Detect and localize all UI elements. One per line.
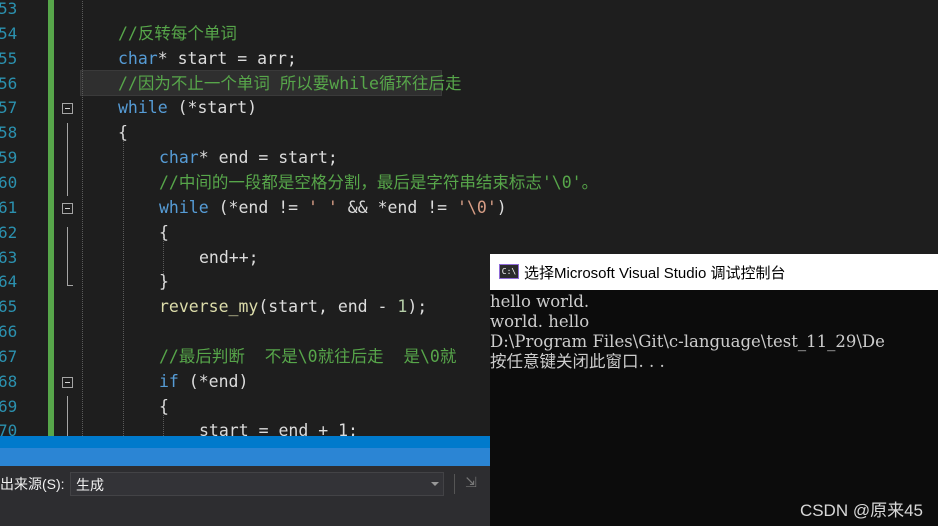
code-token: while [118, 98, 168, 118]
code-token: while [159, 197, 209, 217]
code-line[interactable]: { [159, 221, 169, 245]
fold-line [67, 122, 68, 196]
code-token: //反转每个单词 [118, 23, 237, 43]
fold-line [67, 227, 68, 286]
line-number: 69 [0, 396, 18, 416]
code-line[interactable]: //反转每个单词 [118, 22, 237, 46]
code-line[interactable]: } [159, 270, 169, 294]
word-wrap-icon[interactable]: ⇲ [462, 474, 480, 492]
toolbar-separator [454, 474, 455, 494]
line-number: 58 [0, 123, 18, 143]
line-number: 66 [0, 322, 18, 342]
code-token: end++; [199, 247, 259, 267]
console-title: 选择Microsoft Visual Studio 调试控制台 [524, 265, 786, 282]
code-token: //中间的一段都是空格分割，最后是字符串结束标志'\0'。 [159, 172, 599, 192]
line-number: 62 [0, 222, 18, 242]
code-token: * end = start; [198, 148, 338, 168]
line-number: 54 [0, 23, 18, 43]
code-line[interactable]: { [159, 395, 169, 419]
code-line[interactable]: while (*start) [118, 96, 257, 120]
output-source-value: 生成 [76, 477, 104, 493]
collapse-icon[interactable] [62, 103, 73, 115]
code-token: { [159, 222, 169, 242]
console-app-icon: C:\ [499, 264, 519, 279]
panel-splitter[interactable] [0, 436, 490, 466]
chevron-down-icon [431, 482, 439, 486]
code-line[interactable]: end++; [199, 246, 259, 270]
code-token: ) [496, 197, 507, 217]
console-line: hello world. [490, 292, 590, 311]
line-number: 64 [0, 272, 18, 292]
code-token: && *end != [337, 197, 458, 217]
code-token: { [159, 396, 169, 416]
line-number: 65 [0, 297, 18, 317]
code-line[interactable]: //中间的一段都是空格分割，最后是字符串结束标志'\0'。 [159, 171, 598, 195]
line-number: 63 [0, 247, 18, 267]
fold-end [67, 285, 73, 287]
code-token: (*start) [167, 98, 258, 118]
code-line[interactable]: //因为不止一个单词 所以要while循环往后走 [118, 72, 461, 96]
line-number: 57 [0, 98, 18, 118]
code-line[interactable]: { [118, 121, 128, 145]
console-title-bar[interactable]: C:\ 选择Microsoft Visual Studio 调试控制台 [490, 254, 938, 290]
code-line[interactable]: char* start = arr; [118, 47, 297, 71]
code-token: //最后判断 不是\0就往后走 是\0就 [159, 346, 457, 366]
collapse-icon[interactable] [62, 202, 73, 214]
line-number: 60 [0, 172, 18, 192]
code-token: char [118, 48, 158, 68]
indent-guide [82, 0, 83, 440]
collapse-icon[interactable] [62, 376, 73, 388]
line-number: 61 [0, 197, 18, 217]
line-number: 67 [0, 346, 18, 366]
output-source-dropdown[interactable]: 生成 [70, 472, 444, 496]
code-line[interactable]: while (*end != ' ' && *end != '\0') [159, 196, 507, 220]
code-line[interactable]: char* end = start; [159, 146, 338, 170]
indent-guide [123, 137, 124, 440]
code-token: * start = arr; [157, 48, 297, 68]
code-token: } [159, 272, 169, 292]
code-token: 1 [397, 297, 408, 317]
line-number: 56 [0, 73, 18, 93]
code-line[interactable]: //最后判断 不是\0就往后走 是\0就 [159, 345, 456, 369]
code-token: (start, end - [258, 297, 398, 317]
code-token: ); [407, 297, 428, 317]
code-token: //因为不止一个单词 所以要while循环往后走 [118, 73, 462, 93]
line-number: 53 [0, 0, 18, 18]
console-line: D:\Program Files\Git\c-language\test_11_… [490, 332, 885, 351]
code-token: reverse_my [159, 297, 259, 317]
line-number: 68 [0, 371, 18, 391]
code-token: (*end) [178, 371, 249, 391]
code-token: ' ' [308, 197, 338, 217]
watermark: CSDN @原来45 [799, 501, 923, 520]
console-line: 按任意键关闭此窗口. . . [490, 352, 665, 371]
code-line[interactable]: reverse_my(start, end - 1); [159, 295, 427, 319]
line-number: 59 [0, 148, 18, 168]
output-source-label: 出来源(S): [0, 476, 65, 492]
code-token: '\0' [457, 197, 497, 217]
code-token: if [159, 371, 179, 391]
code-line[interactable]: if (*end) [159, 370, 248, 394]
code-token: char [159, 148, 199, 168]
code-token: { [118, 123, 128, 143]
change-tracking-bar [48, 0, 54, 440]
code-token: (*end != [208, 197, 309, 217]
console-line: world. hello [490, 312, 590, 331]
debug-console-window[interactable]: C:\ 选择Microsoft Visual Studio 调试控制台 hell… [490, 254, 938, 526]
line-number: 55 [0, 48, 18, 68]
